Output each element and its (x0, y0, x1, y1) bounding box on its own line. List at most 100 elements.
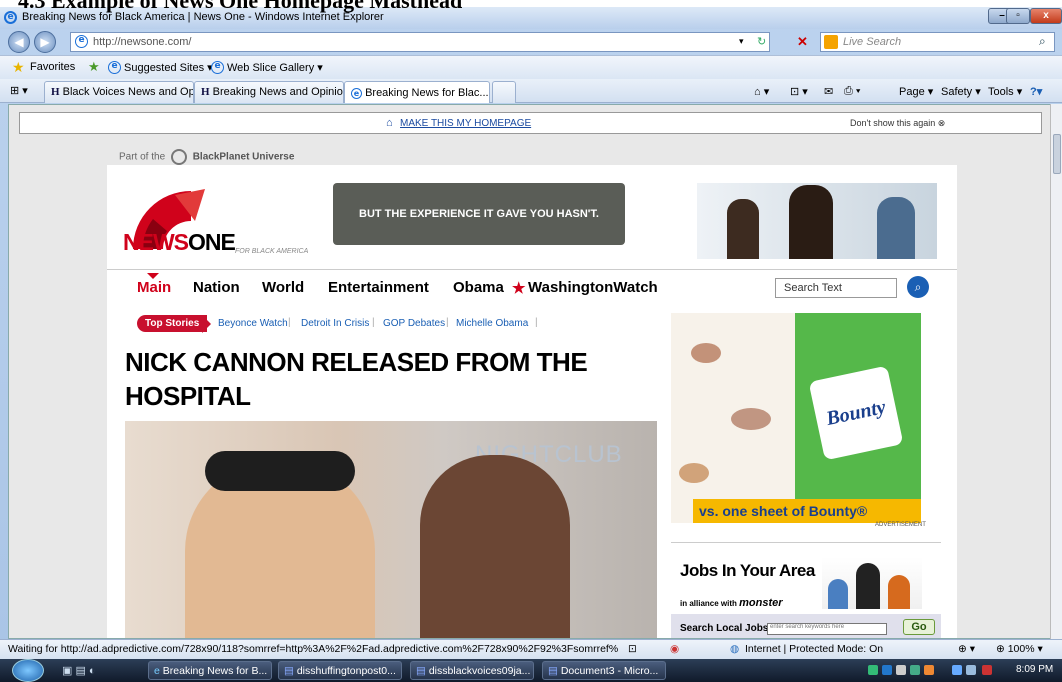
nav-world[interactable]: World (262, 279, 304, 296)
zoom-level[interactable]: ⊕ 100% ▾ (996, 643, 1043, 655)
tab-label: Breaking News for Blac... (365, 87, 489, 99)
taskbar-label: Document3 - Micro... (560, 665, 659, 677)
tray-icon[interactable] (882, 665, 892, 675)
suggested-sites-link[interactable]: Suggested Sites ▾ (124, 61, 213, 74)
clock[interactable]: 8:09 PM (1016, 664, 1053, 675)
quick-tabs-icon[interactable]: ⊞ ▾ (10, 84, 28, 97)
headline-photo[interactable]: NIGHTCLUB (125, 421, 657, 638)
newsone-wordmark[interactable]: NEWSONE (123, 229, 236, 256)
quick-launch-icons[interactable]: ▣ ▤ ◐ (62, 664, 96, 677)
favorites-bar: ★ Favorites ★ e Suggested Sites ▾ e Web … (0, 55, 1062, 79)
protected-mode-icon[interactable]: ⊕ ▾ (958, 643, 975, 655)
vertical-scrollbar[interactable] (1050, 104, 1062, 639)
tools-menu[interactable]: Tools ▾ (988, 85, 1022, 98)
site-search-input[interactable]: Search Text (775, 278, 897, 298)
jobs-go-button[interactable]: Go (903, 619, 935, 635)
home-icon: ⌂ (386, 117, 393, 129)
privacy-icon[interactable]: ◉ (670, 643, 679, 655)
tray-icon[interactable] (896, 665, 906, 675)
web-slice-icon: e (211, 61, 224, 74)
spill-stain (731, 408, 771, 430)
ie-icon: e (154, 665, 160, 677)
link-gop-debates[interactable]: GOP Debates (383, 318, 445, 329)
nav-washington-watch[interactable]: WashingtonWatch (528, 279, 658, 296)
search-icon[interactable]: ⌕ (1039, 34, 1046, 49)
link-separator: | (288, 317, 291, 328)
suggested-sites-icon: e (108, 61, 121, 74)
feeds-icon[interactable]: ⊡ ▾ (790, 85, 808, 98)
tab-row: ⊞ ▾ H Black Voices News and Op... H Brea… (0, 79, 1062, 103)
link-separator: | (535, 317, 538, 328)
web-slice-gallery-link[interactable]: Web Slice Gallery ▾ (227, 61, 323, 74)
print-icon[interactable]: ⎙ ▾ (844, 85, 860, 98)
security-zone[interactable]: Internet | Protected Mode: On (745, 643, 883, 655)
sunglasses (205, 451, 355, 491)
stop-icon[interactable]: ✕ (797, 34, 808, 50)
person-figure (856, 563, 880, 609)
top-banner-ad[interactable]: BUT THE EXPERIENCE IT GAVE YOU HASN'T. (333, 183, 625, 245)
tray-icon[interactable] (868, 665, 878, 675)
make-homepage-link[interactable]: MAKE THIS MY HOMEPAGE (400, 118, 531, 129)
volume-icon[interactable] (982, 665, 992, 675)
maximize-button[interactable]: ▫ (1006, 8, 1030, 24)
mail-icon[interactable]: ✉ (824, 85, 833, 98)
taskbar-label: disshuffingtonpost0... (296, 665, 396, 677)
scrollbar-thumb[interactable] (1053, 134, 1061, 174)
newsone-site: NEWSONE FOR BLACK AMERICA BUT THE EXPERI… (107, 165, 957, 638)
close-button[interactable]: x (1030, 8, 1062, 24)
taskbar-word-2[interactable]: ▤ dissblackvoices09ja... (410, 661, 534, 680)
favorites-button[interactable]: Favorites (30, 61, 75, 73)
tab-breaking-news-opinion[interactable]: H Breaking News and Opinio... (194, 81, 344, 103)
site-search-button[interactable]: ⌕ (907, 276, 929, 298)
word-icon: ▤ (548, 665, 558, 677)
taskbar-word-1[interactable]: ▤ disshuffingtonpost0... (278, 661, 402, 680)
help-icon[interactable]: ?▾ (1030, 85, 1042, 98)
person-figure (420, 455, 570, 638)
spill-stain (691, 343, 721, 363)
bounty-tagline: vs. one sheet of Bounty® (693, 499, 921, 523)
taskbar-word-3[interactable]: ▤ Document3 - Micro... (542, 661, 666, 680)
zoom-value: 100% (1007, 643, 1035, 655)
tab-black-voices[interactable]: H Black Voices News and Op... (44, 81, 194, 103)
tab-label: Breaking News and Opinio... (212, 86, 344, 98)
taskbar-ie[interactable]: e Breaking News for B... (148, 661, 272, 680)
address-dropdown-icon[interactable]: ▾ (739, 36, 744, 47)
ad-businessmen-image[interactable] (697, 183, 937, 259)
new-tab-button[interactable] (492, 81, 516, 103)
start-button[interactable] (12, 659, 44, 682)
add-favorite-icon[interactable]: ★ (88, 59, 100, 75)
jobs-search-label: Search Local Jobs (680, 623, 769, 634)
page-status-icon: ⊡ (628, 643, 637, 655)
headline[interactable]: NICK CANNON RELEASED FROM THE HOSPITAL (125, 345, 645, 413)
address-bar[interactable]: e http://newsone.com/ ▾ ↻ (70, 32, 770, 52)
link-separator: | (372, 317, 375, 328)
display-icon[interactable] (966, 665, 976, 675)
huffpost-icon: H (51, 86, 60, 98)
link-michelle-obama[interactable]: Michelle Obama (456, 318, 528, 329)
forward-icon[interactable]: ▶ (34, 31, 56, 53)
part-of-blackplanet[interactable]: Part of the BlackPlanet Universe (119, 149, 294, 165)
tray-icon[interactable] (910, 665, 920, 675)
nav-nation[interactable]: Nation (193, 279, 240, 296)
jobs-search-input[interactable]: enter search keywords here (767, 623, 887, 635)
back-icon[interactable]: ◀ (8, 31, 30, 53)
network-icon[interactable] (952, 665, 962, 675)
tagline: FOR BLACK AMERICA (235, 248, 309, 255)
link-beyonce-watch[interactable]: Beyonce Watch (218, 318, 288, 329)
page-menu[interactable]: Page ▾ (899, 85, 933, 98)
live-search-box[interactable]: Live Search ⌕ (820, 32, 1055, 52)
nav-obama[interactable]: Obama (453, 279, 504, 296)
bounty-ad[interactable]: Bounty vs. one sheet of Bounty® (671, 313, 921, 523)
top-stories-label: Top Stories (137, 315, 208, 332)
tray-icon[interactable] (924, 665, 934, 675)
nav-entertainment[interactable]: Entertainment (328, 279, 429, 296)
page-icon: e (75, 35, 88, 48)
link-detroit-in-crisis[interactable]: Detroit In Crisis (301, 318, 369, 329)
home-icon[interactable]: ⌂ ▾ (754, 85, 769, 98)
star-icon: ★ (512, 280, 526, 297)
tab-breaking-news-black[interactable]: e Breaking News for Blac... ✕ (344, 81, 490, 103)
dont-show-again-link[interactable]: Don't show this again ⊗ (850, 118, 945, 129)
safety-menu[interactable]: Safety ▾ (941, 85, 981, 98)
refresh-icon[interactable]: ↻ (757, 35, 766, 48)
nav-main[interactable]: Main (137, 279, 171, 296)
